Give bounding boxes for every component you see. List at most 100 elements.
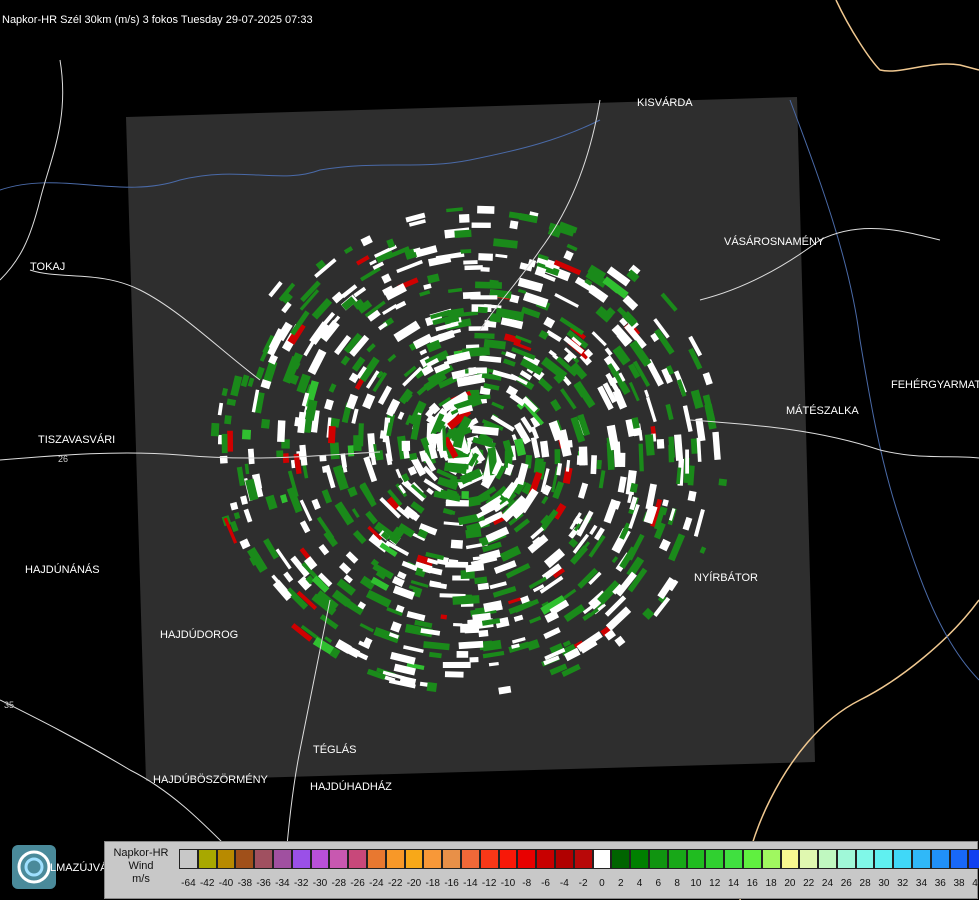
legend-title: Napkor-HR Wind m/s [107,847,175,886]
city-label-hajduhadhaz: HAJDÚHADHÁZ [310,781,392,793]
radar-echo [718,478,728,487]
legend-tick: -36 [256,878,271,889]
legend-tick: 14 [727,878,740,889]
legend-tick: -24 [369,878,384,889]
legend-tick: 4 [636,878,643,889]
legend-swatch [724,849,743,869]
legend-swatch [855,849,875,869]
legend-tick: 38 [953,878,965,889]
legend-tick: 6 [655,878,662,889]
legend-swatch [404,849,424,869]
legend-swatch [329,849,349,869]
radar-echo [454,229,472,239]
legend-tick: -20 [406,878,422,889]
radar-echo [247,448,255,465]
legend-swatch [366,849,386,869]
radar-echo [282,453,290,464]
legend-swatch [479,849,499,869]
legend-tick: 40 [972,878,979,889]
legend-tick-labels: -64 -42 -40 -38 -36 -34 -32 -30 -28 -26 -24 -22 -20-… [179,878,979,889]
radar-echo [685,449,690,474]
legend-swatch [836,849,856,869]
radar-echo [468,367,487,374]
legend-tick: -18 [425,878,440,889]
radar-echo [329,442,340,460]
radar-echo [554,449,561,465]
legend-swatch [517,849,537,869]
radar-echo [578,446,588,466]
legend-swatch [630,849,649,869]
wind-legend: Napkor-HR Wind m/s -64 -42 -40 -38 -36 -34 -32… [104,841,979,899]
radar-echo [442,661,471,669]
legend-swatch [611,849,631,869]
legend-tick: 26 [840,878,852,889]
radar-echo [444,671,464,678]
legend-swatch [498,849,518,869]
radar-echo [475,281,502,289]
radar-echo [471,222,491,228]
legend-swatch [460,849,480,869]
city-label-tokaj: TOKAJ [30,261,66,273]
radar-echo [219,455,228,464]
radar-echo [260,418,271,429]
legend-swatch [761,849,781,869]
legend-tick: -38 [237,878,253,889]
legend-tick: -40 [218,878,234,889]
legend-tick: 20 [784,878,796,889]
legend-swatch [442,849,461,869]
legend-swatch [423,849,443,869]
radar-echo [357,423,364,447]
radar-echo [596,459,602,470]
legend-swatch [536,849,555,869]
radar-echo [460,249,472,254]
legend-tick: -14 [463,878,478,889]
legend-swatch [648,849,668,869]
legend-swatch [930,849,950,869]
legend-tick: 18 [765,878,777,889]
legend-tick: -32 [293,878,309,889]
radar-echo [477,306,488,314]
radar-echo [509,220,519,230]
city-label-fehergyarmat: FEHÉRGYARMAT [891,379,979,391]
legend-swatch [705,849,725,869]
map-title: Napkor-HR Szél 30km (m/s) 3 fokos Tuesda… [2,14,313,26]
radar-echo [456,651,469,658]
city-label-mateszalka: MÁTÉSZALKA [786,405,859,417]
radar-echo [452,595,480,605]
city-label-hajdudorog: HAJDÚDOROG [160,629,239,641]
legend-tick: -8 [522,878,532,889]
radar-echo [463,260,478,265]
legend-swatch [818,849,837,869]
legend-tick: -30 [312,878,328,889]
legend-swatch [968,849,979,869]
legend-swatch [686,849,706,869]
legend-tick: -26 [350,878,365,889]
legend-swatch [385,849,405,869]
radar-echo [470,295,498,300]
radar-echo [474,332,495,339]
legend-tick: 28 [859,878,871,889]
legend-swatch [254,849,273,869]
road-number-label: 35 [4,700,14,710]
legend-tick: -22 [387,878,403,889]
legend-tick: 8 [674,878,680,889]
radar-echo [277,420,286,443]
legend-tick: 12 [709,878,721,889]
radar-echo [210,422,220,437]
radar-echo [440,614,448,620]
legend-tick: -64 [181,878,196,889]
legend-tick: 30 [878,878,890,889]
legend-swatch [573,849,593,869]
legend-tick: -4 [559,878,569,889]
legend-title-line: Napkor-HR [113,847,169,859]
legend-swatch [216,849,236,869]
legend-tick: 16 [746,878,758,889]
radar-map: 26 35 [0,0,979,900]
legend-swatch [592,849,612,869]
radar-echo [426,682,438,692]
legend-swatch [554,849,574,869]
legend-swatch [667,849,687,869]
legend-tick: -12 [481,878,497,889]
legend-swatch [893,849,913,869]
legend-swatch [799,849,819,869]
